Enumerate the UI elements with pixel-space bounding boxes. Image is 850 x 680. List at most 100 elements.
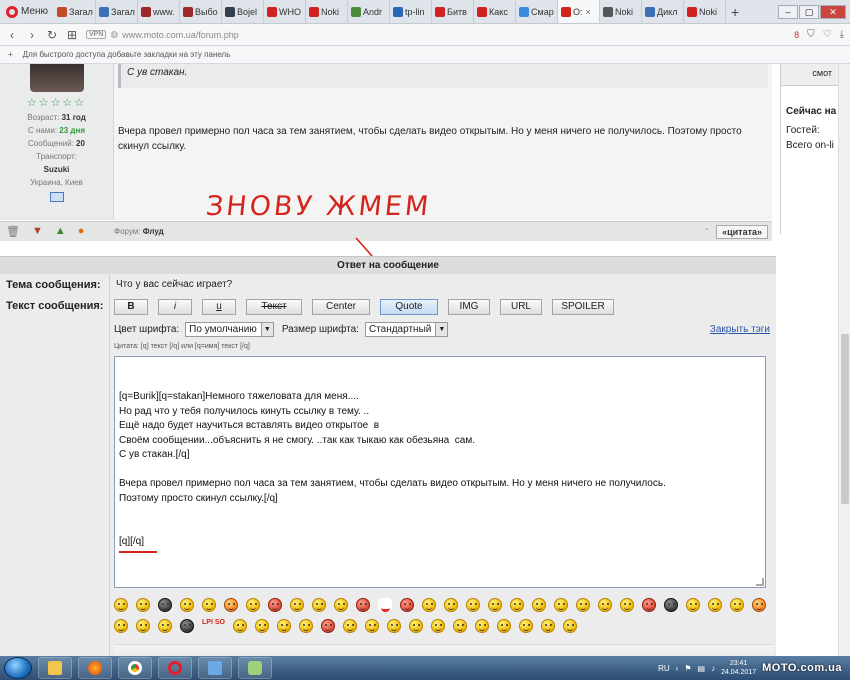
smiley-icon[interactable] (246, 598, 260, 612)
reload-icon[interactable]: ↻ (46, 28, 58, 42)
home-icon[interactable] (49, 192, 64, 202)
smiley-icon[interactable] (620, 598, 634, 612)
taskbar-paint[interactable] (238, 657, 272, 679)
heart-icon[interactable]: ♡ (823, 29, 832, 40)
browser-tab[interactable]: Смар (516, 0, 559, 23)
volume-icon[interactable]: ♪ (711, 664, 715, 673)
smiley-icon[interactable] (224, 598, 238, 612)
trash-icon[interactable]: 🗑 (6, 225, 20, 238)
horizontal-scrollbar[interactable] (114, 644, 774, 654)
italic-button[interactable]: i (158, 299, 192, 315)
smiley-icon[interactable] (400, 598, 414, 612)
scroll-thumb[interactable] (841, 334, 849, 504)
smiley-icon[interactable] (686, 598, 700, 612)
smiley-icon[interactable] (532, 598, 546, 612)
smiley-icon[interactable] (708, 598, 722, 612)
thumbs-down-icon[interactable]: ▼ (32, 225, 43, 238)
smiley-icon[interactable] (364, 619, 379, 633)
thumbs-up-icon[interactable]: ▲ (55, 225, 66, 238)
maximize-icon[interactable]: ▢ (799, 4, 819, 19)
shield-icon[interactable]: ⛉ (807, 29, 815, 40)
taskbar-opera[interactable] (158, 657, 192, 679)
smiley-icon[interactable] (562, 619, 577, 633)
browser-tab[interactable]: Загал (96, 0, 139, 23)
img-button[interactable]: IMG (448, 299, 490, 315)
smiley-icon[interactable] (598, 598, 612, 612)
browser-tab[interactable]: Какс (474, 0, 517, 23)
browser-tab[interactable]: Noki (306, 0, 349, 23)
smiley-icon[interactable] (554, 598, 568, 612)
smiley-icon[interactable] (334, 598, 348, 612)
smiley-icon[interactable] (730, 598, 744, 612)
minimize-icon[interactable]: – (778, 4, 798, 19)
smiley-icon[interactable] (254, 619, 269, 633)
smiley-icon[interactable] (342, 619, 357, 633)
vpn-badge[interactable]: VPN (86, 30, 107, 39)
browser-tab[interactable]: Битв (432, 0, 475, 23)
smiley-icon[interactable] (444, 598, 458, 612)
smiley-icon[interactable] (290, 598, 304, 612)
network-icon[interactable]: ▤ (698, 664, 706, 673)
message-textarea[interactable]: [q=Burik][q=stakan]Немного тяжеловата дл… (114, 356, 766, 588)
smiley-icon[interactable] (576, 598, 590, 612)
smiley-icon[interactable] (180, 598, 194, 612)
tray-arrow-icon[interactable]: ‹ (676, 664, 679, 673)
resize-handle-icon[interactable] (756, 578, 764, 586)
browser-tab[interactable]: tp-lin (390, 0, 433, 23)
smiley-icon[interactable] (268, 598, 282, 612)
smiley-icon[interactable] (378, 598, 392, 612)
smiley-icon[interactable] (320, 619, 335, 633)
browser-tab[interactable]: Выбо (180, 0, 223, 23)
smiley-badge[interactable]: LPI SO (202, 619, 225, 633)
close-tags-link[interactable]: Закрыть тэги (710, 324, 770, 335)
vertical-scrollbar[interactable] (838, 64, 850, 656)
smiley-icon[interactable] (136, 598, 150, 612)
smiley-icon[interactable] (752, 598, 766, 612)
font-color-select[interactable]: По умолчанию ▼ (185, 322, 274, 337)
smiley-icon[interactable] (136, 619, 150, 633)
smiley-icon[interactable] (466, 598, 480, 612)
avatar[interactable] (29, 64, 84, 92)
underline-button[interactable]: u (202, 299, 236, 315)
speed-dial-icon[interactable]: ⊞ (66, 28, 78, 42)
smiley-icon[interactable] (496, 619, 511, 633)
browser-tab[interactable]: Noki (600, 0, 643, 23)
smiley-icon[interactable] (408, 619, 423, 633)
smiley-icon[interactable] (488, 598, 502, 612)
smiley-icon[interactable] (276, 619, 291, 633)
spoiler-button[interactable]: SPOILER (552, 299, 614, 315)
url-button[interactable]: URL (500, 299, 542, 315)
adblock-count[interactable]: 8 (794, 30, 799, 40)
flag-icon[interactable]: ⚑ (684, 664, 691, 673)
back-icon[interactable]: ‹ (6, 28, 18, 42)
close-window-icon[interactable]: ✕ (820, 4, 846, 19)
taskbar-explorer[interactable] (38, 657, 72, 679)
download-icon[interactable]: ⤓ (840, 29, 844, 40)
new-tab-icon[interactable]: + (726, 0, 744, 23)
smiley-icon[interactable] (664, 598, 678, 612)
opera-menu-button[interactable]: Меню (0, 0, 54, 23)
smiley-icon[interactable] (114, 619, 128, 633)
url-field[interactable]: VPN ◍ www.moto.com.ua/forum.php (86, 27, 786, 43)
smiley-icon[interactable] (312, 598, 326, 612)
quote-button[interactable]: Quote (380, 299, 438, 315)
browser-tab[interactable]: О: × (558, 0, 601, 23)
browser-tab[interactable]: www. (138, 0, 181, 23)
smiley-icon[interactable] (430, 619, 445, 633)
smiley-icon[interactable] (202, 598, 216, 612)
font-size-select[interactable]: Стандартный ▼ (364, 322, 449, 337)
smiley-icon[interactable] (474, 619, 489, 633)
browser-tab[interactable]: Noki (684, 0, 727, 23)
smiley-icon[interactable] (356, 598, 370, 612)
browser-tab[interactable]: Bojel (222, 0, 265, 23)
smiley-icon[interactable] (510, 598, 524, 612)
smiley-icon[interactable] (114, 598, 128, 612)
smiley-icon[interactable] (452, 619, 467, 633)
smiley-icon[interactable] (642, 598, 656, 612)
smiley-icon[interactable] (422, 598, 436, 612)
smiley-icon[interactable] (158, 598, 172, 612)
clock[interactable]: 23:41 24.04.2017 (721, 659, 756, 677)
forum-value[interactable]: Флуд (143, 227, 164, 236)
url-text[interactable]: www.moto.com.ua/forum.php (122, 30, 239, 40)
smiley-icon[interactable] (518, 619, 533, 633)
